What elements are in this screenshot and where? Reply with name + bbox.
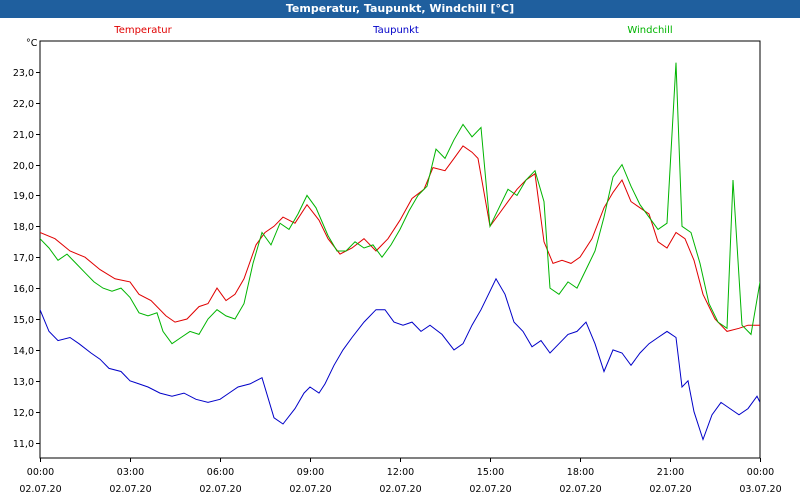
- chart-area: 11,0 12,0 13,0 14,0 15,0 16,0 17,0 18,0 19,0 20,0…: [0, 18, 800, 500]
- x-tick-date: 02.07.20: [379, 484, 421, 495]
- x-tick-time: 21:00: [657, 467, 684, 478]
- legend-temperatur: Temperatur: [113, 25, 172, 36]
- x-tick-time: 12:00: [387, 467, 414, 478]
- y-tick-label: 16,0: [13, 284, 34, 295]
- y-tick-label: 15,0: [13, 315, 34, 326]
- y-tick-label: 14,0: [13, 346, 34, 357]
- x-tick-time: 00:00: [747, 467, 774, 478]
- y-tick-label: 12,0: [13, 408, 34, 419]
- y-tick-label: 13,0: [13, 377, 34, 388]
- x-tick-time: 09:00: [297, 467, 324, 478]
- y-tick-label: 17,0: [13, 253, 34, 264]
- x-tick-date: 02.07.20: [649, 484, 691, 495]
- axes: [36, 40, 761, 462]
- x-tick-date: 02.07.20: [469, 484, 511, 495]
- y-tick-label: 20,0: [13, 161, 34, 172]
- y-tick-label: 23,0: [13, 68, 34, 79]
- x-tick-date: 02.07.20: [19, 484, 61, 495]
- chart-title: Temperatur, Taupunkt, Windchill [°C]: [0, 0, 800, 18]
- x-tick-time: 18:00: [567, 467, 594, 478]
- x-tick-date: 02.07.20: [289, 484, 331, 495]
- x-tick-time: 06:00: [207, 467, 234, 478]
- x-tick-date: 03.07.20: [739, 484, 781, 495]
- legend-taupunkt: Taupunkt: [372, 25, 419, 36]
- x-tick-date: 02.07.20: [109, 484, 151, 495]
- line-chart: 11,0 12,0 13,0 14,0 15,0 16,0 17,0 18,0 19,0 20,0…: [13, 25, 782, 495]
- y-tick-label: 18,0: [13, 222, 34, 233]
- x-tick-date: 02.07.20: [559, 484, 601, 495]
- x-tick-time: 00:00: [27, 467, 54, 478]
- y-tick-label: 22,0: [13, 99, 34, 110]
- legend: Temperatur Taupunkt Windchill: [113, 25, 672, 36]
- y-axis-label: °C: [26, 38, 38, 49]
- plot-frame: [39, 40, 761, 459]
- y-tick-label: 21,0: [13, 130, 34, 141]
- x-tick-time: 15:00: [477, 467, 504, 478]
- y-tick-label: 11,0: [13, 439, 34, 450]
- legend-windchill: Windchill: [627, 25, 672, 36]
- x-tick-date: 02.07.20: [199, 484, 241, 495]
- x-tick-time: 03:00: [117, 467, 144, 478]
- y-tick-label: 19,0: [13, 191, 34, 202]
